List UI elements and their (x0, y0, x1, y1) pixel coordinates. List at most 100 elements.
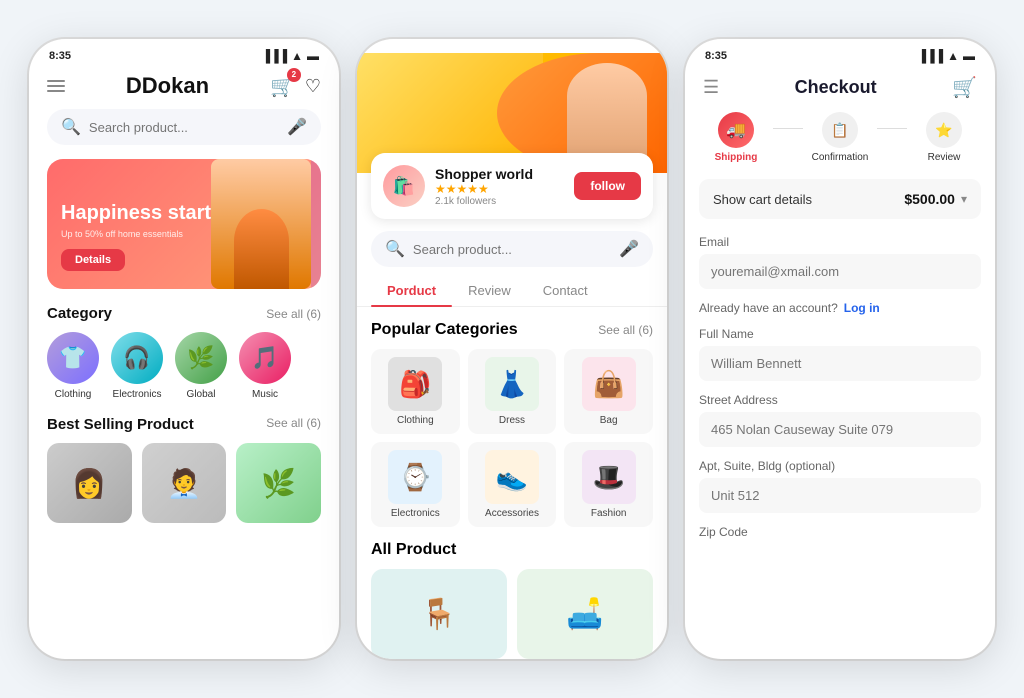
product-grid-item-2[interactable]: 🛋️ (517, 569, 653, 659)
cart-badge: 2 (287, 68, 301, 82)
search-input-2[interactable] (413, 242, 611, 257)
cat-dress[interactable]: 👗 Dress (468, 349, 557, 434)
cat-label-clothing: Clothing (397, 415, 434, 426)
mic-icon[interactable]: 🎤 (287, 117, 307, 137)
step-confirmation-label: Confirmation (812, 152, 869, 163)
mic-icon-2[interactable]: 🎤 (619, 239, 639, 259)
banner-image (211, 159, 311, 289)
cart-details-bar[interactable]: Show cart details $500.00 ▾ (699, 179, 981, 219)
email-field[interactable] (699, 254, 981, 289)
popular-categories-grid: 🎒 Clothing 👗 Dress 👜 Bag ⌚ Electronics 👟… (357, 349, 667, 527)
cat-electronics[interactable]: ⌚ Electronics (371, 442, 460, 527)
cat-fashion[interactable]: 🎩 Fashion (564, 442, 653, 527)
shop-followers: 2.1k followers (435, 196, 533, 207)
product-image-2: 🧑‍💼 (142, 443, 227, 523)
all-product-title: All Product (357, 541, 667, 559)
step-review-label: Review (928, 152, 961, 163)
product-card-2[interactable]: 🧑‍💼 (142, 443, 227, 523)
time-1: 8:35 (49, 50, 71, 62)
search-bar-1[interactable]: 🔍 🎤 (47, 109, 321, 145)
zip-label: Zip Code (699, 525, 981, 539)
cart-details-label: Show cart details (713, 192, 812, 207)
step-review[interactable]: ⭐ Review (907, 112, 981, 163)
cat-img-electronics: ⌚ (388, 450, 442, 504)
tab-product[interactable]: Porduct (371, 275, 452, 306)
clothing-icon: 👕 (47, 332, 99, 384)
category-item-music[interactable]: 🎵 Music (239, 332, 291, 400)
search-input-1[interactable] (89, 120, 279, 135)
step-shipping-label: Shipping (715, 152, 758, 163)
wifi-icon: ▲ (291, 49, 303, 63)
wifi-icon-3: ▲ (947, 49, 959, 63)
step-divider-1 (773, 128, 803, 129)
cat-img-dress: 👗 (485, 357, 539, 411)
header-icons: 🛒 2 ♡ (270, 74, 321, 99)
promo-banner: Happiness starts at home Up to 50% off h… (47, 159, 321, 289)
street-label: Street Address (699, 393, 981, 407)
shop-tabs: Porduct Review Contact (357, 275, 667, 307)
category-item-clothing[interactable]: 👕 Clothing (47, 332, 99, 400)
step-divider-2 (877, 128, 907, 129)
checkout-cart-icon[interactable]: 🛒 (952, 75, 977, 100)
hamburger-icon-checkout[interactable]: ☰ (703, 77, 719, 98)
product-card-3[interactable]: 🌿 (236, 443, 321, 523)
cat-accessories[interactable]: 👟 Accessories (468, 442, 557, 527)
music-label: Music (252, 389, 278, 400)
best-selling-header: Best Selling Product See all (6) (29, 416, 339, 433)
step-shipping[interactable]: 🚚 Shipping (699, 112, 773, 163)
banner-details-button[interactable]: Details (61, 249, 125, 271)
apt-field[interactable] (699, 478, 981, 513)
search-icon-2: 🔍 (385, 239, 405, 259)
battery-icon: ▬ (307, 49, 319, 63)
best-selling-title: Best Selling Product (47, 416, 194, 433)
electronics-label: Electronics (113, 389, 162, 400)
status-bar-3: 8:35 ▐▐▐ ▲ ▬ (685, 39, 995, 67)
follow-button[interactable]: follow (574, 172, 641, 200)
best-selling-see-all[interactable]: See all (6) (266, 416, 321, 433)
email-label: Email (699, 235, 981, 249)
status-icons-3: ▐▐▐ ▲ ▬ (918, 49, 975, 63)
cat-img-accessories: 👟 (485, 450, 539, 504)
cat-label-bag: Bag (600, 415, 618, 426)
category-item-global[interactable]: 🌿 Global (175, 332, 227, 400)
wishlist-icon[interactable]: ♡ (305, 76, 321, 97)
tab-review[interactable]: Review (452, 275, 527, 306)
cat-img-bag: 👜 (582, 357, 636, 411)
street-field[interactable] (699, 412, 981, 447)
signal-icon: ▐▐▐ (262, 49, 288, 63)
category-header: Category See all (6) (29, 305, 339, 322)
checkout-form: Email Already have an account? Log in Fu… (685, 235, 995, 539)
checkout-steps: 🚚 Shipping 📋 Confirmation ⭐ Review (685, 112, 995, 179)
category-see-all[interactable]: See all (6) (266, 307, 321, 321)
product-image-3: 🌿 (236, 443, 321, 523)
phone-dokan: 8:35 ▐▐▐ ▲ ▬ DDokan 🛒 2 ♡ (29, 39, 339, 659)
tab-contact[interactable]: Contact (527, 275, 604, 306)
fullname-field[interactable] (699, 346, 981, 381)
product-card-1[interactable]: 👩 (47, 443, 132, 523)
status-bar-1: 8:35 ▐▐▐ ▲ ▬ (29, 39, 339, 67)
cat-clothing[interactable]: 🎒 Clothing (371, 349, 460, 434)
signal-icon-3: ▐▐▐ (918, 49, 944, 63)
battery-icon-3: ▬ (963, 49, 975, 63)
shop-info-card: 🛍️ Shopper world ★★★★★ 2.1k followers fo… (371, 153, 653, 219)
menu-button[interactable] (47, 80, 65, 92)
category-list: 👕 Clothing 🎧 Electronics 🌿 Global 🎵 Musi… (29, 332, 339, 400)
step-shipping-circle: 🚚 (718, 112, 754, 148)
category-title: Category (47, 305, 112, 322)
cat-label-accessories: Accessories (485, 508, 539, 519)
app-container: 8:35 ▐▐▐ ▲ ▬ DDokan 🛒 2 ♡ (29, 39, 995, 659)
shop-name: Shopper world (435, 166, 533, 182)
phone-shopper: 🛍️ Shopper world ★★★★★ 2.1k followers fo… (357, 39, 667, 659)
step-confirmation[interactable]: 📋 Confirmation (803, 112, 877, 163)
cart-button[interactable]: 🛒 2 (270, 74, 295, 99)
category-item-electronics[interactable]: 🎧 Electronics (111, 332, 163, 400)
login-link[interactable]: Log in (844, 301, 880, 315)
cat-bag[interactable]: 👜 Bag (564, 349, 653, 434)
checkout-title: Checkout (795, 77, 877, 98)
product-grid-item-1[interactable]: 🪑 (371, 569, 507, 659)
search-bar-2[interactable]: 🔍 🎤 (371, 231, 653, 267)
shop-avatar: 🛍️ (383, 165, 425, 207)
cat-label-fashion: Fashion (591, 508, 627, 519)
step-confirmation-circle: 📋 (822, 112, 858, 148)
popular-cat-see-all[interactable]: See all (6) (598, 323, 653, 337)
